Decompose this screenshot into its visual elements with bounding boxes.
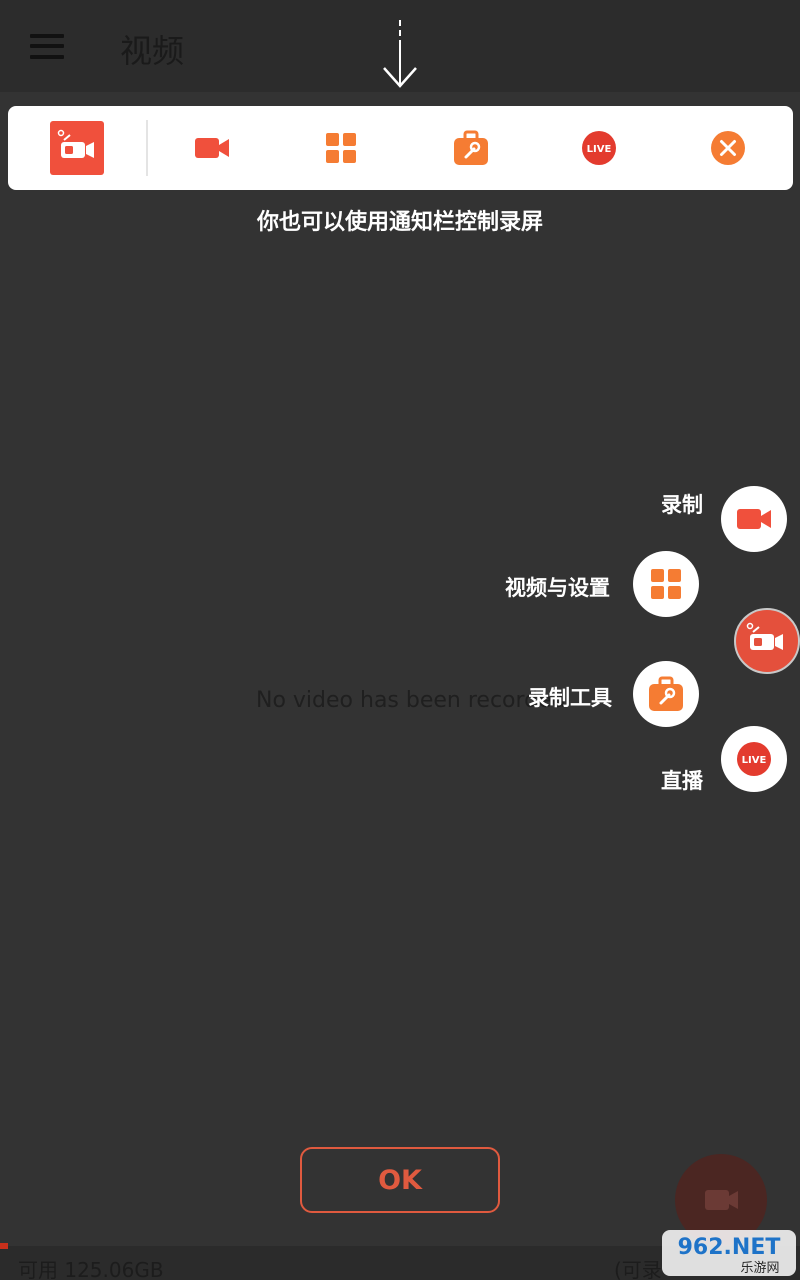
fab-label-record: 录制 <box>661 493 703 517</box>
close-icon[interactable] <box>708 128 748 168</box>
floating-recorder-button[interactable] <box>734 608 800 674</box>
divider <box>146 120 148 176</box>
fab-label-videos-settings: 视频与设置 <box>505 576 610 600</box>
svg-text:LIVE: LIVE <box>587 144 612 155</box>
grid-icon <box>651 569 681 599</box>
grid-icon[interactable] <box>321 128 361 168</box>
site-watermark-logo: 962.NET 乐游网 <box>662 1230 796 1276</box>
notification-control-bar: LIVE <box>8 106 793 190</box>
record-icon[interactable] <box>192 128 232 168</box>
toolbox-icon <box>649 676 683 711</box>
hamburger-menu-icon[interactable] <box>30 34 64 60</box>
record-icon <box>737 509 771 529</box>
notification-hint-text: 你也可以使用通知栏控制录屏 <box>256 210 543 235</box>
arrow-down-icon <box>383 20 417 88</box>
empty-state-text: No video has been recorded <box>256 688 566 713</box>
live-icon[interactable]: LIVE <box>579 128 619 168</box>
page-title: 视频 <box>120 32 185 70</box>
ok-button[interactable]: OK <box>300 1147 500 1213</box>
live-badge-text: LIVE <box>742 755 767 766</box>
fab-videos-settings-button[interactable] <box>633 551 699 617</box>
fab-tools-button[interactable] <box>633 661 699 727</box>
watermark-text: 962.NET <box>678 1235 781 1260</box>
storage-progress <box>0 1243 8 1249</box>
storage-available: 可用 125.06GB <box>18 1258 164 1280</box>
watermark-subtext: 乐游网 <box>740 1261 779 1276</box>
fab-label-tools: 录制工具 <box>528 686 612 710</box>
app-logo-icon[interactable] <box>50 121 104 175</box>
storage-remaining: (可录 <box>614 1258 662 1280</box>
toolbox-icon[interactable] <box>451 128 491 168</box>
fab-label-live: 直播 <box>661 769 703 793</box>
fab-record-button[interactable] <box>721 486 787 552</box>
live-icon: LIVE <box>737 742 771 776</box>
fab-live-button[interactable]: LIVE <box>721 726 787 792</box>
recorder-logo-icon <box>746 622 783 650</box>
